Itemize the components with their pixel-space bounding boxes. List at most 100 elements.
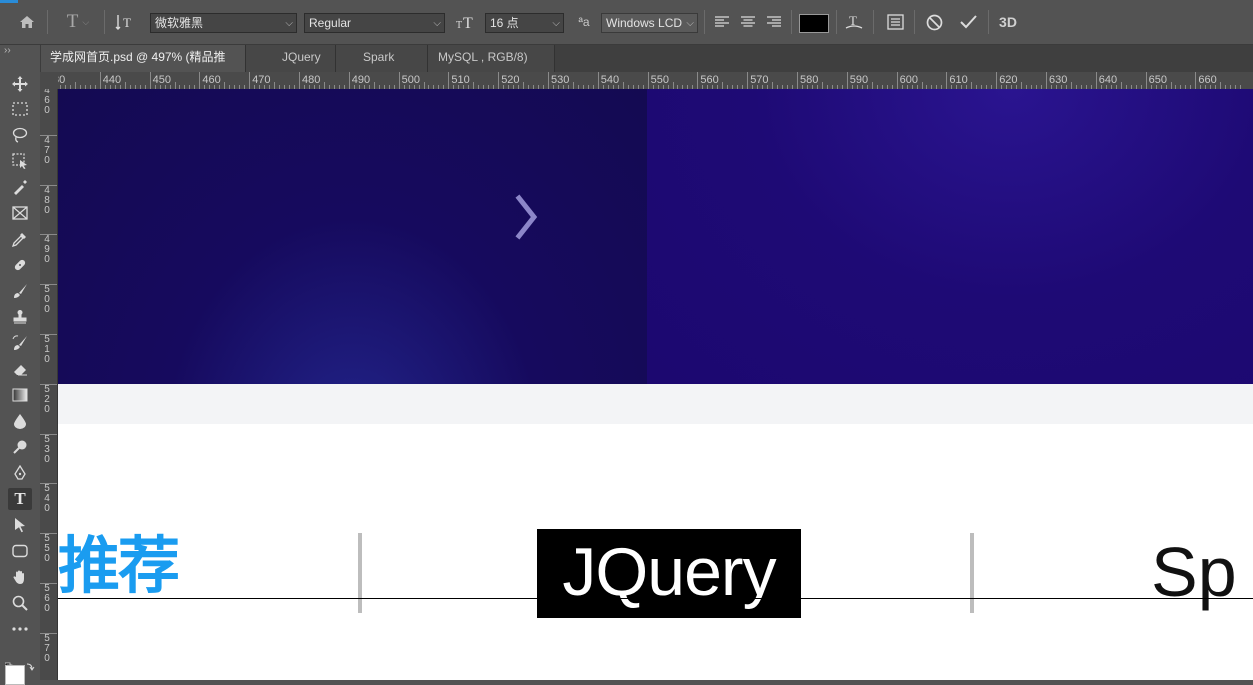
ruler-minor-tick bbox=[921, 82, 923, 89]
frame-tool-icon[interactable] bbox=[8, 202, 32, 224]
move-tool-icon[interactable] bbox=[8, 73, 32, 95]
tab-jquery[interactable]: JQuery bbox=[246, 45, 336, 72]
font-family-value: 微软雅黑 bbox=[155, 16, 204, 30]
lasso-tool-icon[interactable] bbox=[8, 124, 32, 146]
ruler-major-tick bbox=[40, 134, 57, 136]
font-style-value: Regular bbox=[309, 16, 352, 30]
nav-spark-text[interactable]: Sp bbox=[1151, 529, 1237, 615]
tab-spark[interactable]: Spark bbox=[336, 45, 428, 72]
app-accent-strip bbox=[0, 0, 18, 3]
commit-check-icon[interactable] bbox=[956, 9, 980, 35]
font-style-select[interactable]: Regular ⌵ bbox=[304, 13, 445, 33]
ruler-major-tick bbox=[40, 632, 57, 634]
ruler-major-tick bbox=[747, 72, 749, 89]
ruler-minor-tick bbox=[1220, 82, 1222, 89]
vertical-ruler[interactable]: 4 6 0 4 7 0 4 8 0 4 9 0 5 0 0 5 1 0 5 2 0 5 3 0… bbox=[40, 89, 58, 680]
banner-slide-left bbox=[58, 89, 647, 384]
brush-tool-icon[interactable] bbox=[8, 280, 32, 302]
type-tool-icon[interactable]: T bbox=[8, 488, 32, 510]
ruler-label: 5 5 0 bbox=[44, 533, 50, 565]
hand-tool-icon[interactable] bbox=[8, 566, 32, 588]
ruler-major-tick bbox=[797, 72, 798, 89]
warp-text-icon[interactable]: T bbox=[842, 9, 866, 35]
options-bar: T ⌵ T 微软雅黑 ⌵ Regular ⌵ TT 16 点 ⌵ ªa Wind… bbox=[0, 0, 1253, 45]
ruler-minor-tick bbox=[124, 82, 126, 89]
ruler-major-tick bbox=[896, 72, 898, 89]
ruler-origin[interactable] bbox=[40, 72, 58, 89]
ruler-minor-tick bbox=[274, 82, 276, 89]
align-right-icon[interactable] bbox=[763, 9, 785, 35]
pen-nib-tool-icon[interactable] bbox=[8, 176, 32, 198]
tab-document-main[interactable]: 学成网首页.psd @ 497% (精品推荐 bbox=[40, 45, 246, 89]
tab-label: Spark bbox=[363, 50, 395, 64]
ruler-minor-tick bbox=[174, 82, 176, 89]
banner-slide-right bbox=[647, 89, 1253, 384]
font-size-field[interactable]: 16 点 ⌵ bbox=[485, 13, 564, 33]
ruler-label: 4 7 0 bbox=[44, 134, 50, 166]
ruler-major-tick bbox=[40, 533, 57, 535]
object-select-tool-icon[interactable] bbox=[8, 150, 32, 172]
ruler-major-tick bbox=[299, 72, 300, 89]
font-size-value: 16 点 bbox=[490, 16, 519, 30]
ruler-minor-tick bbox=[572, 82, 574, 89]
foreground-color-swatch[interactable] bbox=[5, 665, 25, 685]
tools-panel: ›› T bbox=[0, 45, 41, 685]
cancel-icon[interactable] bbox=[922, 9, 946, 35]
home-icon[interactable] bbox=[14, 9, 40, 35]
healing-brush-tool-icon[interactable] bbox=[8, 254, 32, 276]
blur-tool-icon[interactable] bbox=[8, 410, 32, 432]
ruler-minor-tick bbox=[1070, 82, 1072, 89]
ruler-minor-tick bbox=[672, 82, 674, 89]
ruler-major-tick bbox=[40, 234, 57, 236]
collapse-panel-icon[interactable]: ›› bbox=[4, 45, 11, 56]
svg-text:T: T bbox=[123, 15, 131, 30]
selected-text-layer[interactable]: JQuery bbox=[537, 529, 801, 618]
tab-mysql[interactable]: MySQL , RGB/8) *× bbox=[428, 45, 555, 89]
chevron-right-icon[interactable] bbox=[514, 193, 544, 241]
horizontal-ruler[interactable]: 3044045046047048049050051052053054055056… bbox=[58, 72, 1253, 90]
ruler-minor-tick bbox=[373, 82, 375, 89]
ruler-minor-tick bbox=[1170, 82, 1172, 89]
zoom-tool-icon[interactable] bbox=[8, 592, 32, 614]
pen-tool-icon[interactable] bbox=[8, 462, 32, 484]
chevron-down-icon: ⌵ bbox=[433, 18, 441, 29]
svg-text:T: T bbox=[456, 20, 462, 30]
ruler-label: 5 4 0 bbox=[44, 483, 50, 515]
nav-divider bbox=[970, 533, 974, 613]
align-center-icon[interactable] bbox=[737, 9, 759, 35]
3d-button[interactable]: 3D bbox=[995, 9, 1021, 35]
history-brush-tool-icon[interactable] bbox=[8, 332, 32, 354]
antialias-select[interactable]: Windows LCD ⌵ bbox=[601, 13, 698, 33]
ruler-minor-tick bbox=[423, 82, 425, 89]
font-family-select[interactable]: 微软雅黑 ⌵ bbox=[150, 13, 297, 33]
ruler-major-tick bbox=[647, 72, 649, 89]
more-tools-icon[interactable] bbox=[8, 618, 32, 640]
nav-recommend-text[interactable]: 推荐 bbox=[58, 527, 180, 607]
eyedropper-tool-icon[interactable] bbox=[8, 228, 32, 250]
ruler-major-tick bbox=[40, 334, 57, 335]
ruler-minor-tick bbox=[224, 82, 226, 89]
rectangle-shape-tool-icon[interactable] bbox=[8, 540, 32, 562]
ruler-major-tick bbox=[946, 72, 948, 89]
text-color-swatch[interactable] bbox=[799, 14, 829, 33]
eraser-tool-icon[interactable] bbox=[8, 358, 32, 380]
ruler-major-tick bbox=[996, 72, 998, 89]
ruler-major-tick bbox=[40, 284, 57, 286]
gradient-tool-icon[interactable] bbox=[8, 384, 32, 406]
ruler-major-tick bbox=[40, 483, 57, 485]
dodge-tool-icon[interactable] bbox=[8, 436, 32, 458]
ruler-minor-tick bbox=[622, 82, 624, 89]
align-left-icon[interactable] bbox=[711, 9, 733, 35]
ruler-label: 4 8 0 bbox=[44, 184, 50, 216]
nav-jquery-text[interactable]: JQuery bbox=[537, 529, 801, 618]
svg-text:T: T bbox=[463, 15, 473, 30]
marquee-tool-icon[interactable] bbox=[8, 98, 32, 120]
text-orientation-icon[interactable]: T bbox=[112, 9, 138, 35]
path-selection-tool-icon[interactable] bbox=[8, 514, 32, 536]
ruler-label: 5 2 0 bbox=[44, 383, 50, 415]
type-tool-preset-icon[interactable]: T ⌵ bbox=[58, 9, 98, 35]
document-canvas[interactable]: 推荐 JQuery Sp bbox=[58, 89, 1253, 680]
clone-stamp-tool-icon[interactable] bbox=[8, 306, 32, 328]
character-panel-icon[interactable] bbox=[882, 9, 908, 35]
ruler-minor-tick bbox=[473, 82, 475, 89]
